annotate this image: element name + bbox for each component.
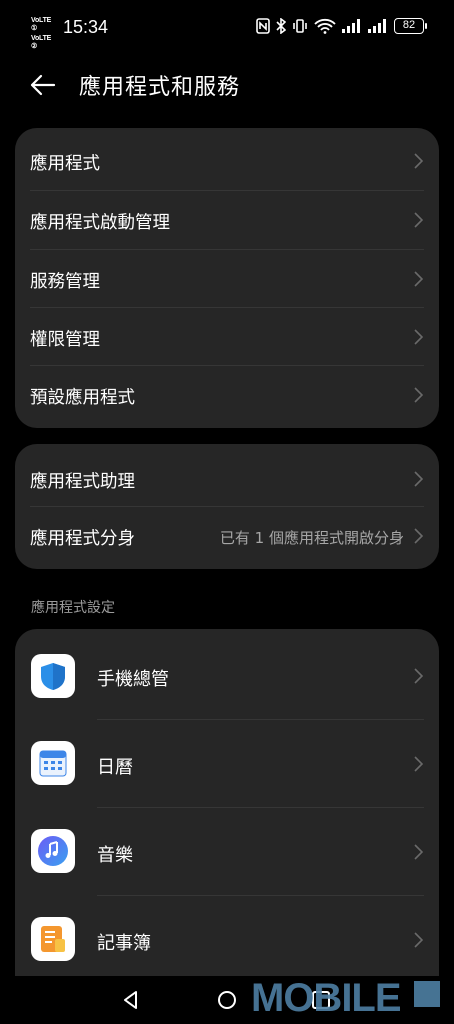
main-settings-card: 應用程式 應用程式啟動管理 服務管理 權限管理 預設應用程式 (15, 128, 439, 428)
list-item-phone-manager[interactable]: 手機總管 (15, 629, 439, 719)
list-item-label: 應用程式 (30, 154, 100, 174)
list-item-label: 權限管理 (30, 330, 100, 350)
chevron-right-icon (414, 844, 423, 860)
battery-indicator: 82 (394, 18, 427, 34)
section-label-app-settings: 應用程式設定 (31, 600, 115, 616)
app-label: 記事簿 (97, 933, 151, 954)
nav-home-icon[interactable] (214, 987, 240, 1013)
app-label: 日曆 (97, 757, 133, 778)
app-label: 手機總管 (97, 669, 169, 690)
status-bar: VoLTE ① VoLTE ② 15:34 82 (0, 0, 454, 58)
watermark-logo: MOBILE (251, 976, 402, 1020)
wifi-icon (314, 18, 336, 34)
app-assist-card: 應用程式助理 應用程式分身 已有 1 個應用程式開啟分身 (15, 444, 439, 569)
list-item-calendar[interactable]: 日曆 (15, 720, 439, 807)
chevron-right-icon (414, 212, 423, 228)
chevron-right-icon (414, 756, 423, 772)
list-item-services[interactable]: 服務管理 (15, 250, 439, 308)
volte-sim1: VoLTE ① (31, 17, 52, 32)
phone-manager-icon (31, 654, 75, 698)
chevron-right-icon (414, 932, 423, 948)
chevron-right-icon (414, 271, 423, 287)
back-arrow-icon[interactable] (28, 70, 58, 100)
list-item-apps[interactable]: 應用程式 (15, 131, 439, 189)
app-twin-status: 已有 1 個應用程式開啟分身 (219, 529, 404, 547)
vibrate-icon (292, 18, 308, 34)
list-item-app-twin[interactable]: 應用程式分身 已有 1 個應用程式開啟分身 (15, 507, 439, 565)
list-item-notepad[interactable]: 記事簿 (15, 896, 439, 983)
chevron-right-icon (414, 471, 423, 487)
music-icon (31, 829, 75, 873)
bluetooth-icon (276, 18, 286, 34)
list-item-label: 預設應用程式 (30, 388, 135, 408)
notepad-icon (31, 917, 75, 961)
chevron-right-icon (414, 387, 423, 403)
list-item-app-assistant[interactable]: 應用程式助理 (15, 448, 439, 506)
chevron-right-icon (414, 153, 423, 169)
list-item-label: 應用程式啟動管理 (30, 213, 170, 233)
app-label: 音樂 (97, 845, 133, 866)
list-item-app-launch[interactable]: 應用程式啟動管理 (15, 191, 439, 249)
watermark-flag-icon (414, 981, 440, 1007)
list-item-label: 應用程式分身 (30, 529, 135, 549)
signal-sim1-icon (342, 19, 362, 33)
status-icons: 82 (256, 18, 427, 34)
chevron-right-icon (414, 668, 423, 684)
list-item-permissions[interactable]: 權限管理 (15, 308, 439, 366)
list-item-label: 服務管理 (30, 272, 100, 292)
calendar-icon (31, 741, 75, 785)
status-time: 15:34 (63, 17, 109, 37)
volte-indicators: VoLTE ① VoLTE ② (31, 17, 57, 53)
nfc-icon (256, 18, 270, 34)
app-settings-card: 手機總管 日曆 音樂 記事簿 (15, 629, 439, 989)
nav-back-icon[interactable] (118, 987, 144, 1013)
page-title: 應用程式和服務 (79, 75, 241, 100)
volte-sim2: VoLTE ② (31, 35, 52, 50)
list-item-music[interactable]: 音樂 (15, 808, 439, 895)
signal-sim2-icon (368, 19, 388, 33)
list-item-default-apps[interactable]: 預設應用程式 (15, 366, 439, 424)
chevron-right-icon (414, 528, 423, 544)
list-item-label: 應用程式助理 (30, 472, 135, 492)
page-header: 應用程式和服務 (0, 58, 454, 114)
chevron-right-icon (414, 329, 423, 345)
